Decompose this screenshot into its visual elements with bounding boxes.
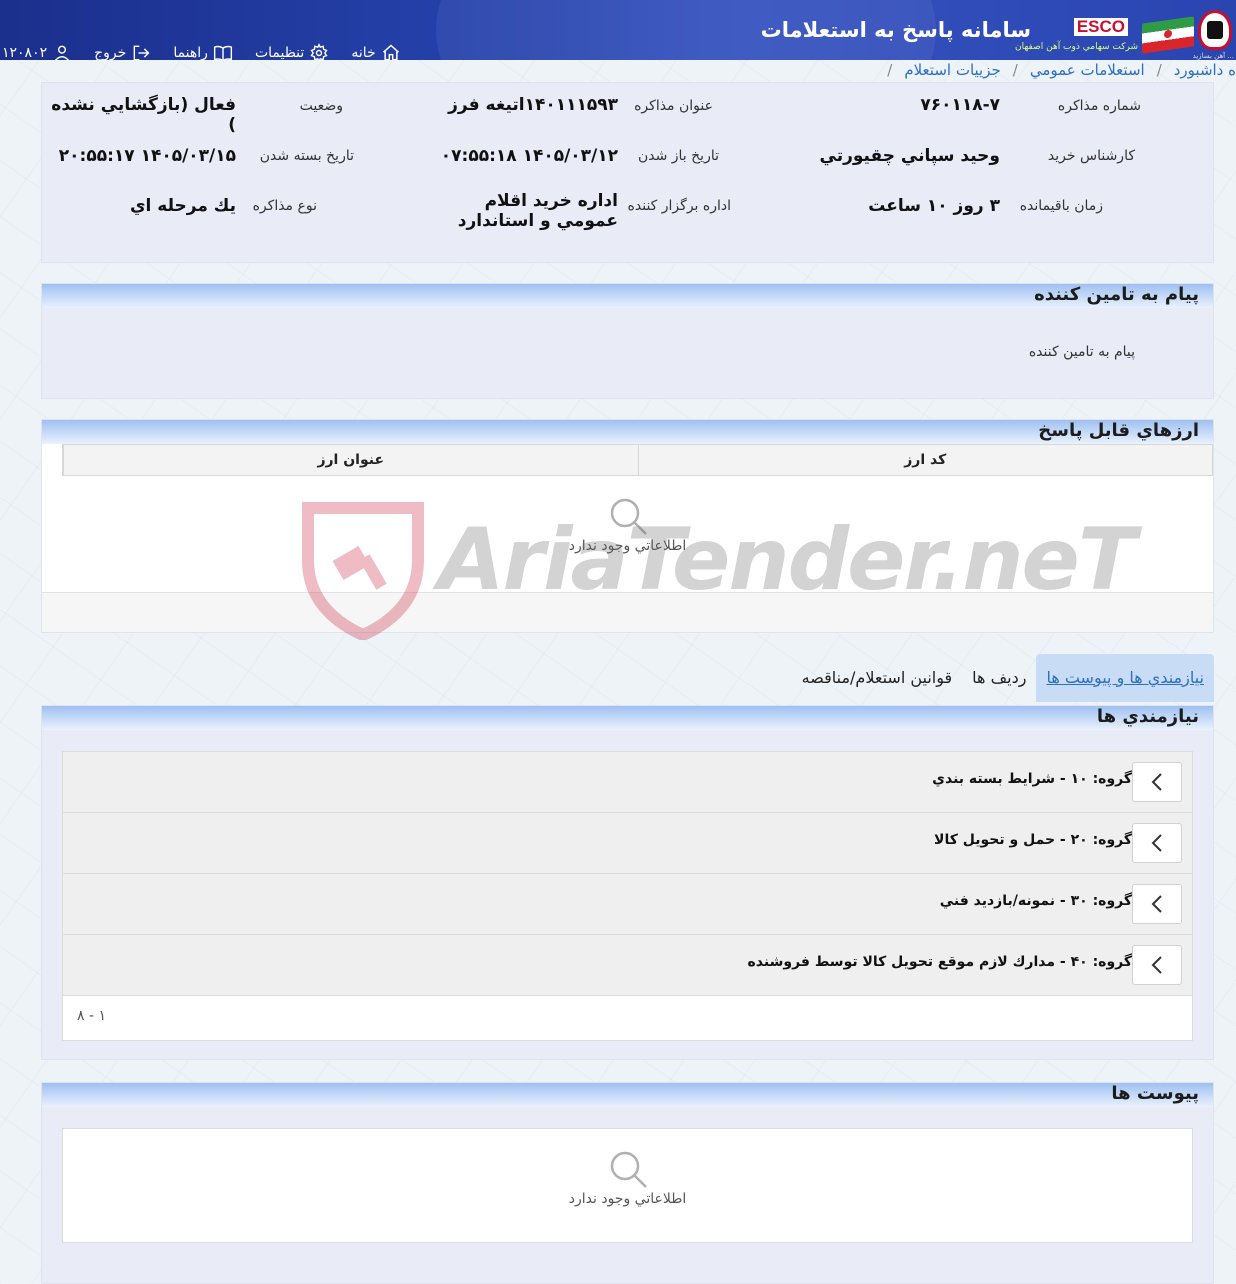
tab-needs-attachments[interactable]: نيازمندي ها و پيوست ها xyxy=(1036,654,1214,702)
supplier-message-panel: پيام به تامين كننده پيام به تامين كننده xyxy=(41,283,1214,399)
accordion-group-30[interactable]: گروه: ۳۰ - نمونه/بازديد فني xyxy=(63,874,1192,935)
esco-logo-text: ESCO xyxy=(1073,18,1128,36)
supplier-message-label: پيام به تامين كننده xyxy=(1028,344,1135,360)
needs-title: نيازمندي ها xyxy=(1096,706,1199,727)
currencies-table-header: كد ارز عنوان ارز xyxy=(62,444,1213,476)
group-label: گروه: ۲۰ - حمل و تحويل كالا xyxy=(934,832,1132,848)
breadcrumb: ه داشبورد / استعلامات عمومي / جزييات است… xyxy=(0,58,1236,82)
expand-button[interactable] xyxy=(1132,823,1182,863)
chevron-left-icon xyxy=(1151,773,1162,791)
breadcrumb-separator: / xyxy=(1012,61,1018,79)
open-date-label: تاريخ باز شدن xyxy=(637,148,719,164)
tab-rows[interactable]: رديف ها xyxy=(962,654,1036,702)
expert-value: وحيد سپاني چقيورتي xyxy=(819,146,1001,166)
close-date-value: ۱۴۰۵/۰۳/۱۵ ۲۰:۵۵:۱۷ xyxy=(58,146,236,166)
currencies-empty-text: اطلاعاتي وجود ندارد xyxy=(568,538,687,554)
number-label: شماره مذاكره xyxy=(1057,98,1141,114)
close-date-label: تاريخ بسته شدن xyxy=(259,148,354,164)
group-label: گروه: ۳۰ - نمونه/بازديد فني xyxy=(939,893,1132,909)
chevron-left-icon xyxy=(1151,895,1162,913)
expert-label: كارشناس خريد xyxy=(1047,148,1135,164)
panel-header: پيوست ها xyxy=(42,1083,1213,1107)
expand-button[interactable] xyxy=(1132,884,1182,924)
attachments-title: پيوست ها xyxy=(1111,1083,1199,1104)
system-title: سامانه پاسخ به استعلامات xyxy=(760,18,1031,42)
number-value: ۷۶۰۱۱۸-۷ xyxy=(920,95,1000,115)
pager-range: ۱ - ۸ xyxy=(77,1008,107,1024)
breadcrumb-separator: / xyxy=(1156,61,1162,79)
office-value: اداره خريد اقلام عمومي و استاندارد xyxy=(457,191,618,231)
column-currency-code[interactable]: كد ارز xyxy=(637,445,1213,475)
currencies-empty-state: اطلاعاتي وجود ندارد xyxy=(42,476,1213,592)
type-value: يك مرحله اي xyxy=(129,196,236,216)
attachments-empty-state: اطلاعاتي وجود ندارد xyxy=(62,1128,1193,1243)
accordion-group-40[interactable]: گروه: ۴۰ - مدارك لازم موقع تحويل كالا تو… xyxy=(63,935,1192,996)
chevron-left-icon xyxy=(1151,834,1162,852)
panel-header: پيام به تامين كننده xyxy=(42,284,1213,308)
accordion-group-20[interactable]: گروه: ۲۰ - حمل و تحويل كالا xyxy=(63,813,1192,874)
attachments-panel: پيوست ها اطلاعاتي وجود ندارد xyxy=(41,1082,1214,1284)
office-label: اداره برگزار كننده xyxy=(627,198,731,214)
breadcrumb-dashboard[interactable]: ه داشبورد xyxy=(1174,61,1236,79)
needs-accordion: گروه: ۱۰ - شرايط بسته بندي گروه: ۲۰ - حم… xyxy=(62,751,1193,1041)
search-icon xyxy=(610,1151,647,1188)
accordion-group-10[interactable]: گروه: ۱۰ - شرايط بسته بندي xyxy=(63,752,1192,813)
breadcrumb-public-inquiries[interactable]: استعلامات عمومي xyxy=(1030,61,1145,79)
remaining-time-value: ۳ روز ۱۰ ساعت xyxy=(868,196,1000,216)
inquiry-info-panel: شماره مذاكره ۷۶۰۱۱۸-۷ عنوان مذاكره ۱۴۰۱۱… xyxy=(41,82,1214,263)
tab-rules[interactable]: قوانين استعلام/مناقصه xyxy=(792,654,963,702)
panel-header: ارزهاي قابل پاسخ xyxy=(42,420,1213,444)
top-header: ESCO شركت سهامي ذوب آهن اصفهان آهن بسازي… xyxy=(0,0,1236,60)
currencies-panel: ارزهاي قابل پاسخ كد ارز عنوان ارز اطلاعا… xyxy=(41,419,1214,633)
title-value: ۱۴۰۱۱۱۵۹۳اتيغه فرز xyxy=(448,95,618,115)
chevron-left-icon xyxy=(1151,956,1162,974)
title-label: عنوان مذاكره xyxy=(634,98,713,114)
column-currency-title[interactable]: عنوان ارز xyxy=(63,445,638,475)
group-label: گروه: ۴۰ - مدارك لازم موقع تحويل كالا تو… xyxy=(747,954,1132,970)
iran-flag-icon xyxy=(1142,16,1194,54)
breadcrumb-current: جزييات استعلام xyxy=(904,61,1001,79)
expand-button[interactable] xyxy=(1132,762,1182,802)
detail-tabs: نيازمندي ها و پيوست ها رديف ها قوانين اس… xyxy=(792,654,1214,702)
status-label: وضعيت xyxy=(299,98,343,114)
status-value: فعال (بازگشايي نشده ) xyxy=(51,95,236,135)
currencies-title: ارزهاي قابل پاسخ xyxy=(1038,420,1199,441)
remaining-time-label: زمان باقيمانده xyxy=(1019,198,1103,214)
expand-button[interactable] xyxy=(1132,945,1182,985)
open-date-value: ۱۴۰۵/۰۳/۱۲ ۰۷:۵۵:۱۸ xyxy=(440,146,618,166)
currencies-table-footer xyxy=(42,592,1213,632)
supplier-message-title: پيام به تامين كننده xyxy=(1034,284,1199,305)
group-label: گروه: ۱۰ - شرايط بسته بندي xyxy=(932,771,1132,787)
panel-header: نيازمندي ها xyxy=(42,706,1213,730)
brand-logo: ESCO شركت سهامي ذوب آهن اصفهان آهن بسازي… xyxy=(1015,0,1236,60)
search-icon xyxy=(610,498,647,535)
breadcrumb-separator: / xyxy=(887,61,893,79)
company-name: شركت سهامي ذوب آهن اصفهان xyxy=(1015,42,1138,52)
needs-panel: نيازمندي ها گروه: ۱۰ - شرايط بسته بندي گ… xyxy=(41,705,1214,1060)
esco-emblem-icon xyxy=(1198,10,1232,50)
type-label: نوع مذاكره xyxy=(252,198,317,214)
attachments-empty-text: اطلاعاتي وجود ندارد xyxy=(568,1191,687,1207)
